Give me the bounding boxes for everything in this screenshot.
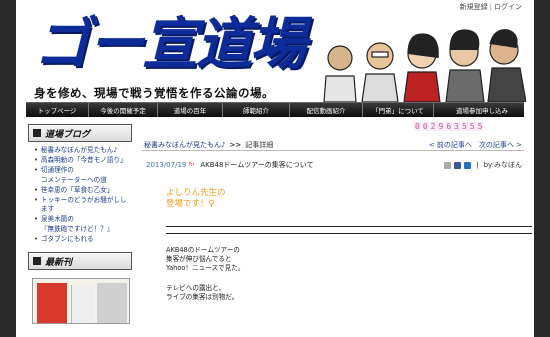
paragraph-1-line: 集客が伸び悩んでると	[166, 255, 232, 263]
blog-item-kiridoshi[interactable]: • 切通理作の	[34, 166, 132, 175]
breadcrumb: 秘書みなぼんが見たもん♪ >> 記事詳細	[144, 140, 273, 150]
nav-item-disciples[interactable]: 「門弟」について	[363, 103, 434, 117]
blog-item-sasa[interactable]: • 笹幸恵の「草食む乙女」	[34, 186, 132, 195]
post-title: AKB48ドームツアーの集客について	[200, 161, 314, 169]
share-icons: | by:みなぼん	[444, 160, 522, 170]
register-link[interactable]: 新規登録	[460, 3, 488, 11]
latest-section-title: 最新刊	[45, 257, 73, 268]
blog-item-takamori[interactable]: • 高森明勅の「今昔モノ語り」	[34, 156, 132, 165]
nav-item-schedule[interactable]: 今後の開催予定	[89, 103, 158, 117]
separator-line	[166, 226, 532, 227]
blog-section-title: 道場ブログ	[45, 129, 91, 140]
square-bullet-icon	[33, 257, 41, 265]
paragraph-1-line: Yahoo！ニュースで見た。	[166, 264, 245, 272]
sidebar: 道場ブログ • 秘書みなぼんが見たもん♪ • 高森明勅の「今昔モノ語り」 • 切通理作…	[28, 124, 132, 324]
blog-item-tokky[interactable]: • トッキーのどうがお騒がしします	[34, 196, 132, 214]
greeting-line-1: よしりん先生の	[166, 188, 226, 198]
access-counter: 002963555	[414, 122, 484, 131]
paragraph-2-line: ライブの集客は別物だ。	[166, 293, 239, 301]
site-logo[interactable]: ゴー宣道場	[34, 16, 306, 72]
character-4	[445, 29, 485, 102]
share-icon-1[interactable]	[444, 161, 452, 169]
blog-section-header: 道場ブログ	[28, 124, 132, 142]
latest-book-thumbnail[interactable]	[32, 278, 130, 324]
post-author: by:みなぼん	[483, 161, 522, 169]
breadcrumb-current: 記事詳細	[245, 141, 274, 149]
blog-item-izumi[interactable]: • 泉美木蘭の	[34, 215, 132, 224]
top-links: 新規登録 | ログイン	[459, 3, 522, 11]
nav-item-masters[interactable]: 師範紹介	[223, 103, 290, 117]
post-pager: < 前の記事へ 次の記事へ >	[429, 140, 522, 150]
main-nav: トップページ 今後の開催予定 道場の百年 師範紹介 配信動画紹介 「門弟」につい…	[26, 102, 524, 117]
bookmark-icon[interactable]	[464, 161, 472, 169]
character-1	[323, 45, 357, 102]
square-bullet-icon	[33, 129, 41, 137]
latest-section-header: 最新刊	[28, 252, 132, 270]
blog-item-minabon[interactable]: • 秘書みなぼんが見たもん♪	[34, 146, 132, 155]
paragraph-1-line: AKB48のドームツアーの	[166, 246, 240, 254]
paragraph-2-line: テレビへの露出と、	[166, 284, 226, 292]
separator-line	[166, 233, 532, 234]
site-tagline: 身を修め、現場で戦う覚悟を作る公論の場。	[34, 86, 274, 100]
post-body: よしりん先生の 登場です！♀ AKB48のドームツアーの 集客が伸び悩んでると …	[166, 188, 534, 302]
post-header: 2013/07/19 Fri AKB48ドームツアーの集客について | by:み…	[146, 160, 522, 170]
prev-post-link[interactable]: < 前の記事へ	[429, 141, 472, 149]
nav-item-videos[interactable]: 配信動画紹介	[290, 103, 363, 117]
post-date: 2013/07/19	[146, 161, 187, 169]
header-characters-illustration	[323, 29, 526, 102]
character-2	[361, 42, 399, 102]
character-5	[487, 29, 526, 102]
greeting-line-2: 登場です！♀	[166, 199, 215, 209]
facebook-icon[interactable]	[454, 161, 462, 169]
breadcrumb-separator: >>	[229, 141, 242, 149]
nav-item-top[interactable]: トップページ	[26, 103, 89, 117]
divider	[142, 150, 524, 151]
nav-item-history[interactable]: 道場の百年	[158, 103, 223, 117]
blog-item-kiridoshi-2[interactable]: •コメンテーターへの道	[34, 176, 132, 185]
page: 新規登録 | ログイン ゴー宣道場 身を修め、現場で戦う覚悟を作る公論の場。 ト…	[16, 0, 534, 337]
breadcrumb-category-link[interactable]: 秘書みなぼんが見たもん♪	[144, 141, 225, 149]
nav-item-apply[interactable]: 道場参加申し込み	[434, 103, 530, 117]
login-link[interactable]: ログイン	[494, 3, 522, 11]
post-date-weekday: Fri	[188, 162, 195, 168]
next-post-link[interactable]: 次の記事へ >	[479, 141, 522, 149]
blog-item-izumi-2[interactable]: •『無鉄砲ですけど！？』	[34, 225, 132, 234]
blog-item-gotabun[interactable]: • ゴタブンにもれる	[34, 235, 132, 244]
blog-list: •秘書みなぼんが見たもん♪ •高森明勅の「今昔モノ語り」 •切通理作の •コメン…	[28, 146, 132, 244]
character-3	[403, 33, 441, 102]
